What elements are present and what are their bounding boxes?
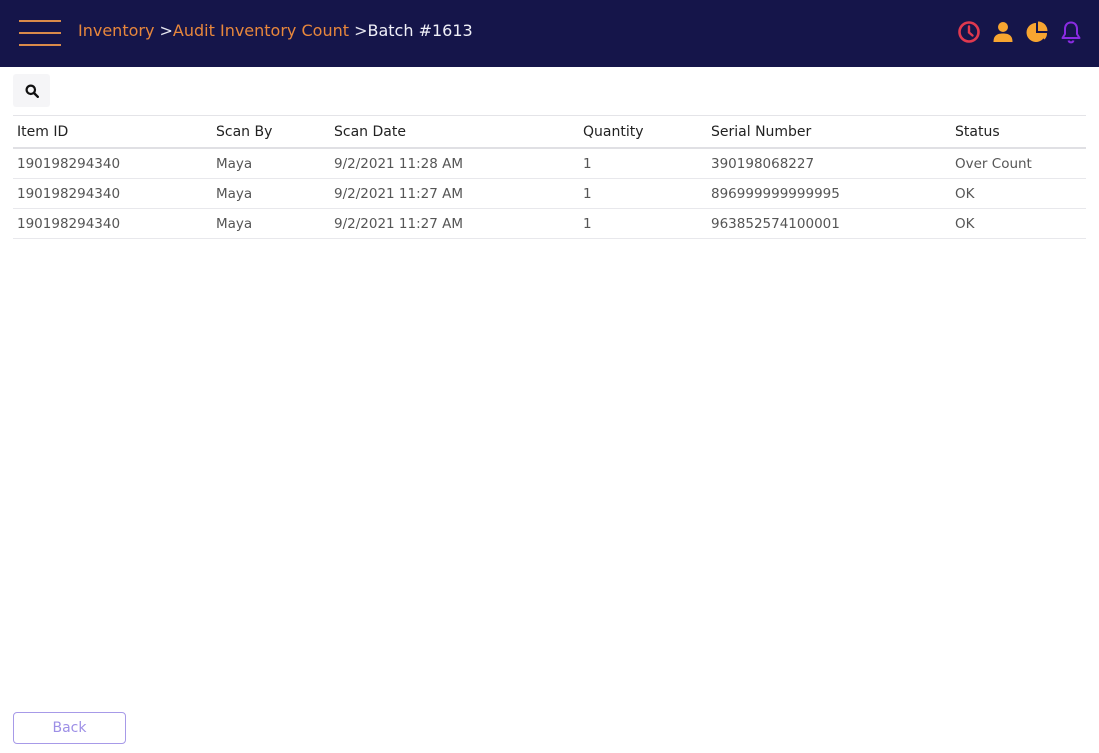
column-header-quantity[interactable]: Quantity <box>579 116 707 149</box>
user-icon[interactable] <box>991 20 1015 44</box>
table-row[interactable]: 190198294340 Maya 9/2/2021 11:28 AM 1 39… <box>13 148 1086 179</box>
cell-item-id: 190198294340 <box>13 148 212 179</box>
cell-scan-by: Maya <box>212 208 330 239</box>
cell-quantity: 1 <box>579 178 707 209</box>
breadcrumb: Inventory >Audit Inventory Count >Batch … <box>78 21 473 40</box>
cell-serial-number: 896999999999995 <box>707 178 951 209</box>
cell-scan-by: Maya <box>212 148 330 179</box>
cell-scan-date: 9/2/2021 11:27 AM <box>330 178 579 209</box>
cell-status: OK <box>951 208 1086 239</box>
search-button[interactable] <box>13 74 50 107</box>
cell-item-id: 190198294340 <box>13 208 212 239</box>
breadcrumb-separator: > <box>354 21 368 40</box>
column-header-scan-by[interactable]: Scan By <box>212 116 330 149</box>
breadcrumb-inventory[interactable]: Inventory <box>78 21 154 40</box>
table-row[interactable]: 190198294340 Maya 9/2/2021 11:27 AM 1 89… <box>13 178 1086 209</box>
menu-icon[interactable] <box>19 18 62 48</box>
table-header-row: Item ID Scan By Scan Date Quantity Seria… <box>13 115 1086 149</box>
cell-scan-by: Maya <box>212 178 330 209</box>
cell-scan-date: 9/2/2021 11:28 AM <box>330 148 579 179</box>
cell-scan-date: 9/2/2021 11:27 AM <box>330 208 579 239</box>
breadcrumb-current-batch: Batch #1613 <box>367 21 473 40</box>
top-bar: Inventory >Audit Inventory Count >Batch … <box>0 0 1099 67</box>
breadcrumb-audit-inventory-count[interactable]: Audit Inventory Count <box>173 21 349 40</box>
scan-table: Item ID Scan By Scan Date Quantity Seria… <box>13 115 1086 239</box>
cell-item-id: 190198294340 <box>13 178 212 209</box>
header-actions <box>957 20 1083 44</box>
cell-serial-number: 390198068227 <box>707 148 951 179</box>
table-row[interactable]: 190198294340 Maya 9/2/2021 11:27 AM 1 96… <box>13 208 1086 239</box>
cell-quantity: 1 <box>579 208 707 239</box>
cell-quantity: 1 <box>579 148 707 179</box>
column-header-serial-number[interactable]: Serial Number <box>707 116 951 149</box>
cell-status: Over Count <box>951 148 1086 179</box>
bell-icon[interactable] <box>1059 20 1083 44</box>
cell-serial-number: 963852574100001 <box>707 208 951 239</box>
column-header-item-id[interactable]: Item ID <box>13 116 212 149</box>
breadcrumb-separator: > <box>159 21 173 40</box>
clock-icon[interactable] <box>957 20 981 44</box>
back-button[interactable]: Back <box>13 712 126 744</box>
search-icon <box>25 84 39 98</box>
pie-chart-icon[interactable] <box>1025 20 1049 44</box>
column-header-scan-date[interactable]: Scan Date <box>330 116 579 149</box>
column-header-status[interactable]: Status <box>951 116 1086 149</box>
cell-status: OK <box>951 178 1086 209</box>
